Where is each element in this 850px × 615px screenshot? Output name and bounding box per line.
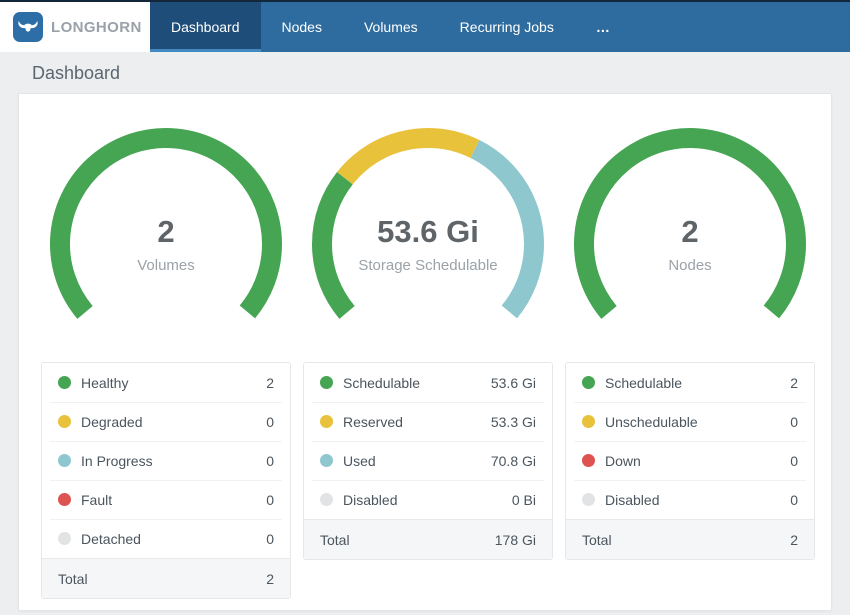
legend-total-value: 178 Gi xyxy=(494,531,536,548)
gauge-segment-schedulable xyxy=(574,128,806,360)
legend-row-healthy: Healthy 2 xyxy=(42,363,290,402)
legend-value: 0 xyxy=(266,530,274,547)
volumes-gauge-chart xyxy=(50,128,282,360)
legend-row-unschedulable: Unschedulable 0 xyxy=(566,402,814,441)
legend-value: 0 xyxy=(266,413,274,430)
legend-color-dot-gray xyxy=(320,493,333,506)
legend-label: Schedulable xyxy=(605,374,683,391)
legend-value: 0 xyxy=(266,452,274,469)
nav-tab-volumes[interactable]: Volumes xyxy=(343,2,439,52)
nav-more-ellipsis[interactable]: … xyxy=(575,2,633,52)
legend-row-detached: Detached 0 xyxy=(42,519,290,558)
legend-total-row: Total 2 xyxy=(42,558,290,598)
storage-schedulable-gauge: 53.6 Gi Storage Schedulable xyxy=(310,120,546,360)
legend-value: 2 xyxy=(266,374,274,391)
legend-row-disabled: Disabled 0 xyxy=(566,480,814,519)
legend-row-in-progress: In Progress 0 xyxy=(42,441,290,480)
legend-label: In Progress xyxy=(81,452,153,469)
brand-name: LONGHORN xyxy=(51,18,142,36)
legend-label: Healthy xyxy=(81,374,129,391)
legend-label: Fault xyxy=(81,491,113,508)
legend-row-schedulable: Schedulable 53.6 Gi xyxy=(304,363,552,402)
legend-value: 0 Bi xyxy=(511,491,536,508)
legend-row-reserved: Reserved 53.3 Gi xyxy=(304,402,552,441)
legend-color-dot-gray xyxy=(58,532,71,545)
legend-value: 53.6 Gi xyxy=(490,374,536,391)
legend-row-used: Used 70.8 Gi xyxy=(304,441,552,480)
legend-total-row: Total 178 Gi xyxy=(304,519,552,559)
legend-color-dot-yellow xyxy=(58,415,71,428)
legend-value: 0 xyxy=(790,413,798,430)
legend-value: 0 xyxy=(266,491,274,508)
legend-total-value: 2 xyxy=(790,531,798,548)
panel-storage-schedulable: 53.6 Gi Storage Schedulable Schedulable 53.… xyxy=(303,114,553,599)
legend-value: 2 xyxy=(790,374,798,391)
legend-row-degraded: Degraded 0 xyxy=(42,402,290,441)
legend-total-label: Total xyxy=(320,531,350,548)
legend-color-dot-gray xyxy=(582,493,595,506)
panel-volumes: 2 Volumes Healthy 2 Degraded 0 In Progress 0 Fau… xyxy=(41,114,291,599)
legend-color-dot-green xyxy=(320,376,333,389)
legend-color-dot-red xyxy=(58,493,71,506)
legend-row-down: Down 0 xyxy=(566,441,814,480)
storage-schedulable-gauge-chart xyxy=(312,128,544,360)
legend-color-dot-yellow xyxy=(582,415,595,428)
dashboard-card: 2 Volumes Healthy 2 Degraded 0 In Progress 0 Fau… xyxy=(18,93,832,611)
legend-label: Disabled xyxy=(605,491,660,508)
legend-total-value: 2 xyxy=(266,570,274,587)
legend-label: Used xyxy=(343,452,376,469)
brand-logo[interactable]: LONGHORN xyxy=(0,2,150,52)
legend-color-dot-teal xyxy=(58,454,71,467)
nav-tab-nodes[interactable]: Nodes xyxy=(261,2,343,52)
nodes-gauge: 2 Nodes xyxy=(572,120,808,360)
legend-label: Down xyxy=(605,452,641,469)
legend-color-dot-green xyxy=(582,376,595,389)
legend-label: Degraded xyxy=(81,413,143,430)
nav-tab-recurring-jobs[interactable]: Recurring Jobs xyxy=(439,2,575,52)
legend-label: Unschedulable xyxy=(605,413,698,430)
nodes-gauge-chart xyxy=(574,128,806,360)
legend-value: 0 xyxy=(790,452,798,469)
gauge-segment-healthy xyxy=(50,128,282,360)
legend-total-label: Total xyxy=(582,531,612,548)
longhorn-bull-icon xyxy=(13,12,43,42)
legend-label: Disabled xyxy=(343,491,398,508)
legend-value: 53.3 Gi xyxy=(490,413,536,430)
main-nav: Dashboard Nodes Volumes Recurring Jobs … xyxy=(150,2,633,52)
storage-schedulable-legend-table: Schedulable 53.6 Gi Reserved 53.3 Gi Used 70.… xyxy=(303,362,553,560)
legend-row-schedulable: Schedulable 2 xyxy=(566,363,814,402)
gauge-segment-reserved xyxy=(312,128,544,360)
nav-tab-dashboard[interactable]: Dashboard xyxy=(150,2,261,52)
legend-value: 70.8 Gi xyxy=(490,452,536,469)
volumes-legend-table: Healthy 2 Degraded 0 In Progress 0 Fault 0 Detac… xyxy=(41,362,291,599)
legend-label: Reserved xyxy=(343,413,403,430)
legend-total-row: Total 2 xyxy=(566,519,814,559)
gauge-segment-used xyxy=(312,128,544,360)
legend-label: Detached xyxy=(81,530,141,547)
legend-total-label: Total xyxy=(58,570,88,587)
volumes-gauge: 2 Volumes xyxy=(48,120,284,360)
top-navbar: LONGHORN Dashboard Nodes Volumes Recurri… xyxy=(0,2,850,52)
legend-row-disabled: Disabled 0 Bi xyxy=(304,480,552,519)
legend-row-fault: Fault 0 xyxy=(42,480,290,519)
nodes-legend-table: Schedulable 2 Unschedulable 0 Down 0 Disabled 0… xyxy=(565,362,815,560)
legend-color-dot-teal xyxy=(320,454,333,467)
gauge-segment-schedulable xyxy=(312,128,544,360)
legend-color-dot-yellow xyxy=(320,415,333,428)
panels-grid: 2 Volumes Healthy 2 Degraded 0 In Progress 0 Fau… xyxy=(41,114,815,599)
legend-color-dot-red xyxy=(582,454,595,467)
page-title: Dashboard xyxy=(32,63,121,83)
legend-color-dot-green xyxy=(58,376,71,389)
panel-nodes: 2 Nodes Schedulable 2 Unschedulable 0 Down 0 Dis… xyxy=(565,114,815,599)
legend-label: Schedulable xyxy=(343,374,421,391)
legend-value: 0 xyxy=(790,491,798,508)
